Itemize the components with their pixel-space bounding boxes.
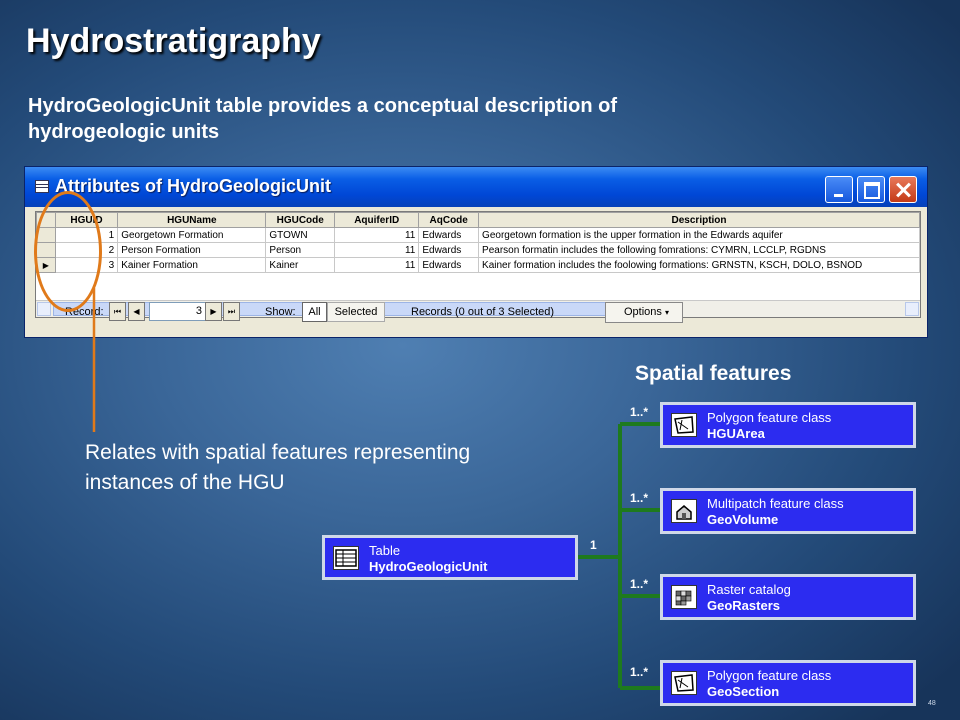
show-selected-button[interactable]: Selected xyxy=(327,302,385,322)
table-row[interactable]: 2 Person Formation Person 11 Edwards Pea… xyxy=(36,242,920,258)
feature-name: GeoSection xyxy=(707,684,780,699)
cell-aquiferid[interactable]: 11 xyxy=(334,242,420,258)
feature-name: GeoRasters xyxy=(707,598,780,613)
table-row[interactable]: 1 Georgetown Formation GTOWN 11 Edwards … xyxy=(36,227,920,243)
table-icon xyxy=(35,180,49,193)
cell-aqcode[interactable]: Edwards xyxy=(418,242,480,258)
table-box-type: Table xyxy=(369,543,401,558)
window-title: Attributes of HydroGeologicUnit xyxy=(55,176,331,196)
cell-hguname[interactable]: Georgetown Formation xyxy=(117,227,267,243)
col-header-aquiferid[interactable]: AquiferID xyxy=(334,212,420,228)
col-header-aqcode[interactable]: AqCode xyxy=(418,212,480,228)
many-multiplicity: 1..* xyxy=(630,577,649,591)
minimize-button[interactable] xyxy=(825,176,853,203)
cell-aquiferid[interactable]: 11 xyxy=(334,227,420,243)
slide-subtitle: HydroGeologicUnit table provides a conce… xyxy=(28,95,617,143)
options-button[interactable]: Options ▾ xyxy=(605,302,683,323)
feature-type: Polygon feature class xyxy=(707,410,832,425)
feature-box-georasters: Raster catalog GeoRasters xyxy=(660,574,916,620)
table-icon xyxy=(333,546,359,570)
cell-hgucode[interactable]: Kainer xyxy=(265,257,336,273)
previous-record-button[interactable]: ◀ xyxy=(128,302,145,321)
many-multiplicity: 1..* xyxy=(630,491,649,505)
one-multiplicity: 1 xyxy=(590,538,597,552)
feature-box-hguarea: Polygon feature class HGUArea xyxy=(660,402,916,448)
first-record-button[interactable]: ⏮ xyxy=(109,302,126,321)
record-number-input[interactable]: 3 xyxy=(149,302,207,321)
feature-name: GeoVolume xyxy=(707,512,779,527)
col-header-description[interactable]: Description xyxy=(478,212,920,228)
feature-box-geovolume: Multipatch feature class GeoVolume xyxy=(660,488,916,534)
polygon-icon xyxy=(671,671,697,695)
cell-aquiferid[interactable]: 11 xyxy=(334,257,420,273)
page-number: 48 xyxy=(928,700,936,707)
cell-hgucode[interactable]: GTOWN xyxy=(265,227,336,243)
maximize-button[interactable] xyxy=(857,176,885,203)
slide-title: Hydrostratigraphy xyxy=(26,22,321,60)
show-label: Show: xyxy=(265,306,296,318)
polygon-icon xyxy=(671,413,697,437)
table-box: Table HydroGeologicUnit xyxy=(322,535,578,580)
header-row: HGUID HGUName HGUCode AquiferID AqCode D… xyxy=(36,212,920,228)
show-all-button[interactable]: All xyxy=(302,302,327,322)
highlight-oval xyxy=(34,191,102,312)
attributes-window: Attributes of HydroGeologicUnit HGUID HG… xyxy=(24,166,928,338)
col-header-hgucode[interactable]: HGUCode xyxy=(265,212,336,228)
many-multiplicity: 1..* xyxy=(630,405,649,419)
feature-type: Multipatch feature class xyxy=(707,496,844,511)
options-label: Options xyxy=(624,306,662,318)
close-button[interactable] xyxy=(889,176,917,203)
cell-hgucode[interactable]: Person xyxy=(265,242,336,258)
feature-box-geosection: Polygon feature class GeoSection xyxy=(660,660,916,706)
table-box-name: HydroGeologicUnit xyxy=(369,559,488,574)
feature-type: Polygon feature class xyxy=(707,668,832,683)
cell-hguname[interactable]: Kainer Formation xyxy=(117,257,267,273)
cell-description[interactable]: Kainer formation includes the foolowing … xyxy=(478,257,920,273)
feature-name: HGUArea xyxy=(707,426,765,441)
window-titlebar[interactable]: Attributes of HydroGeologicUnit xyxy=(25,167,927,207)
multipatch-icon xyxy=(671,499,697,523)
raster-icon xyxy=(671,585,697,609)
cell-description[interactable]: Georgetown formation is the upper format… xyxy=(478,227,920,243)
next-record-button[interactable]: ▶ xyxy=(205,302,222,321)
cell-aqcode[interactable]: Edwards xyxy=(418,227,480,243)
last-record-button[interactable]: ⏭ xyxy=(223,302,240,321)
cell-hguname[interactable]: Person Formation xyxy=(117,242,267,258)
table-row[interactable]: ▶ 3 Kainer Formation Kainer 11 Edwards K… xyxy=(36,257,920,273)
records-status: Records (0 out of 3 Selected) xyxy=(411,306,555,318)
col-header-hguname[interactable]: HGUName xyxy=(117,212,267,228)
cell-aqcode[interactable]: Edwards xyxy=(418,257,480,273)
cell-description[interactable]: Pearson formatin includes the following … xyxy=(478,242,920,258)
relates-caption: Relates with spatial features representi… xyxy=(85,441,471,494)
spatial-features-heading: Spatial features xyxy=(635,362,792,385)
record-navigation-bar: Record: ⏮ ◀ 3 ▶ ⏭ Show: All Selected Rec… xyxy=(25,299,927,325)
many-multiplicity: 1..* xyxy=(630,665,649,679)
relationship-connectors xyxy=(576,422,660,690)
dropdown-arrow-icon: ▾ xyxy=(664,308,669,317)
feature-type: Raster catalog xyxy=(707,582,791,597)
